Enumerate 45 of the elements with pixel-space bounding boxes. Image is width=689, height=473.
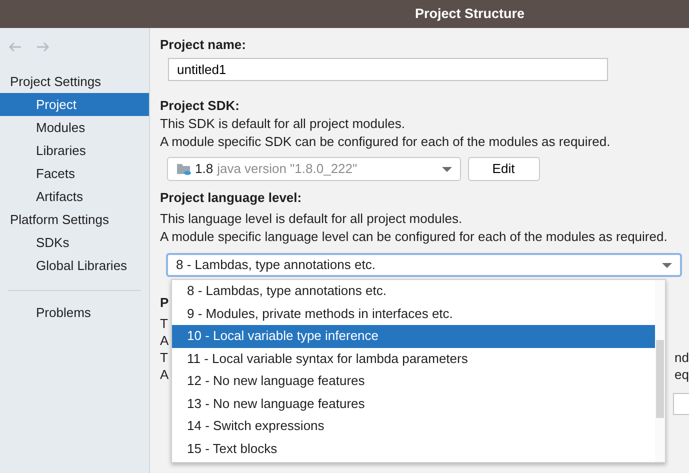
description-text: A <box>160 332 169 349</box>
dropdown-option[interactable]: 11 - Local variable syntax for lambda parameters <box>172 348 655 370</box>
sdk-detail: java version "1.8.0_222" <box>217 160 358 178</box>
description-text: T <box>160 349 168 366</box>
description-text: This language level is default for all project modules. <box>160 210 464 228</box>
section-label: P <box>160 294 170 312</box>
scrollbar-thumb[interactable] <box>656 340 664 418</box>
description-text: A module specific language level can be configured for each of the modules as required. <box>160 228 668 246</box>
sdk-version: 1.8 <box>195 160 214 178</box>
sidebar-item[interactable]: Problems <box>0 301 149 324</box>
input-field[interactable] <box>673 393 689 415</box>
dropdown-option[interactable]: 13 - No new language features <box>172 392 655 415</box>
description-text: T <box>160 315 168 332</box>
dropdown-option[interactable]: 10 - Local variable type inference <box>172 325 655 348</box>
sidebar-item[interactable]: Artifacts <box>0 185 149 208</box>
edit-button[interactable]: Edit <box>468 157 540 181</box>
folder-icon <box>176 162 192 176</box>
sidebar-item[interactable]: Modules <box>0 116 149 139</box>
sidebar-item[interactable]: Project <box>0 93 149 116</box>
dropdown-option[interactable]: 15 - Text blocks <box>172 438 655 460</box>
sidebar-section-label: Platform Settings <box>9 211 110 229</box>
sidebar-section-label: Project Settings <box>9 73 102 91</box>
section-label: Project language level: <box>160 189 303 207</box>
dropdown-caret-icon <box>662 262 672 268</box>
section-label: Project SDK: <box>160 97 240 115</box>
dropdown-caret-icon <box>442 166 452 172</box>
language-level-dropdown[interactable]: 8 - Lambdas, type annotations etc. <box>166 253 682 277</box>
sidebar-item[interactable]: SDKs <box>0 231 149 254</box>
description-text: eq <box>674 366 689 383</box>
dropdown-option[interactable]: 9 - Modules, private methods in interfaces etc. <box>172 302 655 325</box>
description-text: A <box>160 366 169 383</box>
description-text: nd <box>674 349 689 366</box>
window-title: Project Structure <box>415 4 525 23</box>
sidebar-item[interactable]: Facets <box>0 162 149 185</box>
field-label: Project name: <box>160 36 247 54</box>
sdk-dropdown[interactable]: 1.8 java version "1.8.0_222" <box>167 157 461 181</box>
dropdown-value: 8 - Lambdas, type annotations etc. <box>176 256 376 274</box>
description-text: This SDK is default for all project modules. <box>160 115 406 133</box>
sidebar-item[interactable]: Global Libraries <box>0 254 149 277</box>
dropdown-option[interactable]: 12 - No new language features <box>172 370 655 392</box>
dropdown-option[interactable]: 14 - Switch expressions <box>172 415 655 438</box>
description-text: A module specific SDK can be configured for each of the modules as required. <box>160 133 612 151</box>
sidebar-item[interactable]: Libraries <box>0 139 149 162</box>
project-name-field[interactable]: untitled1 <box>168 58 608 81</box>
dropdown-option[interactable]: 8 - Lambdas, type annotations etc. <box>172 280 655 302</box>
